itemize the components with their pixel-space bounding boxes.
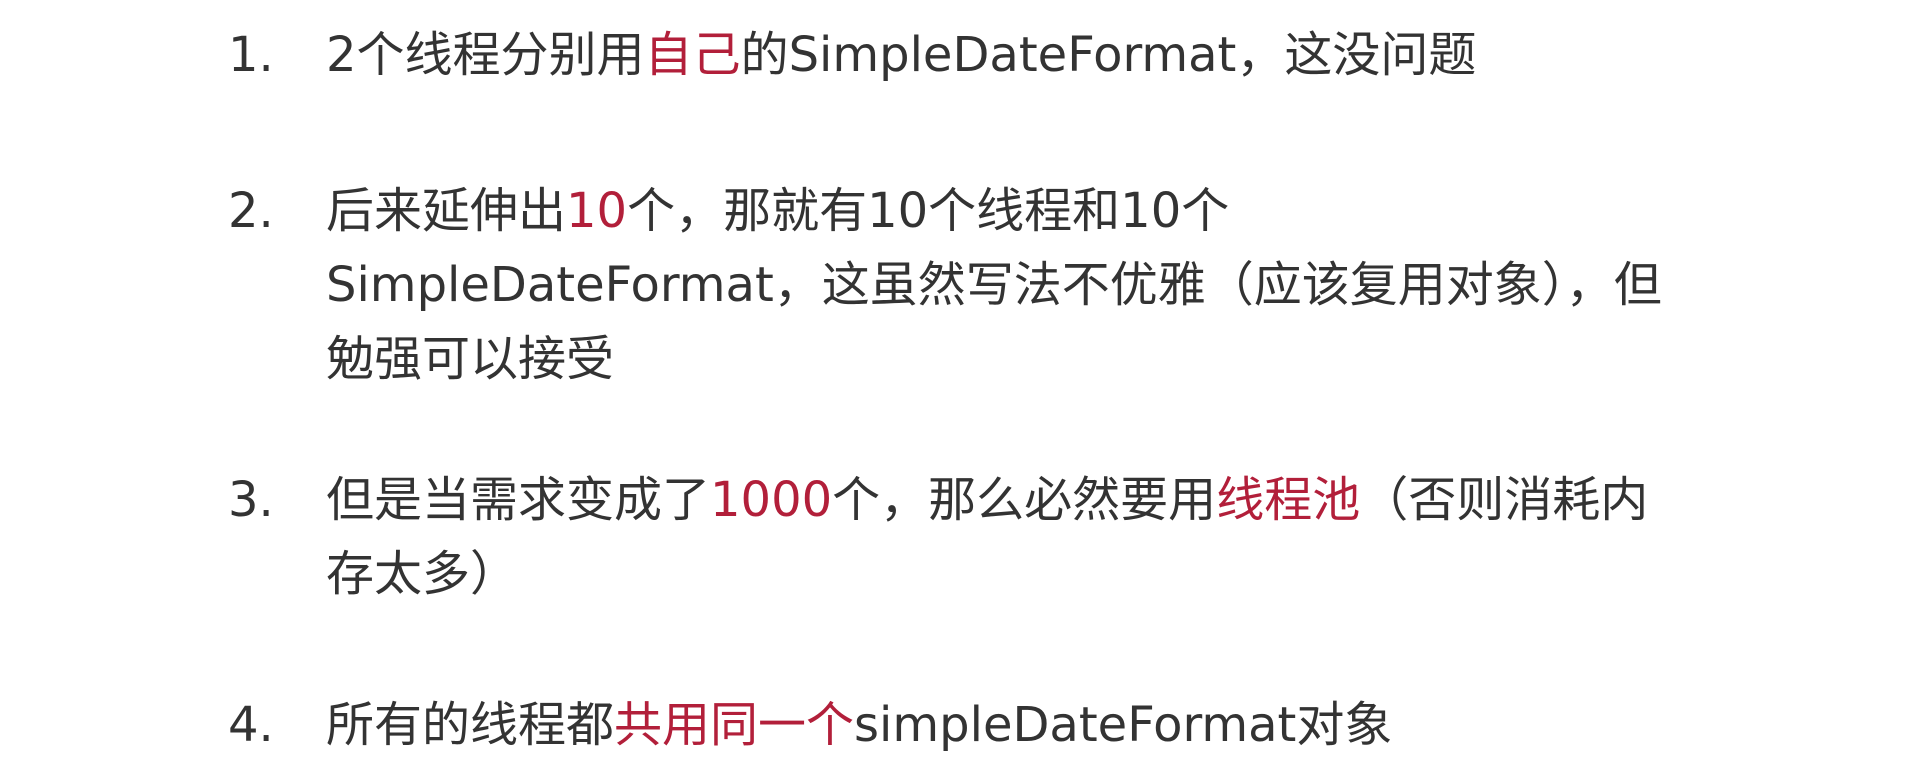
text-segment: 后来延伸出	[326, 183, 567, 239]
highlight-text: 1000	[710, 472, 833, 528]
item-number: 1.	[228, 27, 274, 83]
list-item-3: 3. 但是当需求变成了1000个，那么必然要用线程池（否则消耗内存太多）	[228, 463, 1688, 611]
list-item-4: 4. 所有的线程都共用同一个simpleDateFormat对象	[228, 688, 1688, 762]
item-text: 但是当需求变成了1000个，那么必然要用线程池（否则消耗内存太多）	[326, 463, 1686, 611]
item-number: 2.	[228, 183, 274, 239]
list-item-1: 1. 2个线程分别用自己的SimpleDateFormat，这没问题	[228, 18, 1688, 92]
item-number: 4.	[228, 697, 274, 753]
text-segment: 个，那么必然要用	[832, 472, 1217, 528]
text-segment: 的SimpleDateFormat，这没问题	[740, 27, 1477, 83]
slide: 1. 2个线程分别用自己的SimpleDateFormat，这没问题 2. 后来…	[0, 0, 1919, 765]
text-segment: simpleDateFormat对象	[854, 697, 1393, 753]
highlight-text: 共用同一个	[614, 697, 855, 753]
text-segment: 所有的线程都	[326, 697, 615, 753]
item-number: 3.	[228, 472, 274, 528]
text-segment: 2个线程分别用	[326, 27, 645, 83]
text-segment: 但是当需求变成了	[326, 472, 711, 528]
highlight-text: 线程池	[1216, 472, 1361, 528]
item-text: 所有的线程都共用同一个simpleDateFormat对象	[326, 688, 1686, 762]
list-item-2: 2. 后来延伸出10个，那就有10个线程和10个SimpleDateFormat…	[228, 174, 1688, 396]
highlight-text: 10	[566, 183, 628, 239]
highlight-text: 自己	[644, 27, 741, 83]
item-text: 后来延伸出10个，那就有10个线程和10个SimpleDateFormat，这虽…	[326, 174, 1686, 396]
item-text: 2个线程分别用自己的SimpleDateFormat，这没问题	[326, 18, 1686, 92]
